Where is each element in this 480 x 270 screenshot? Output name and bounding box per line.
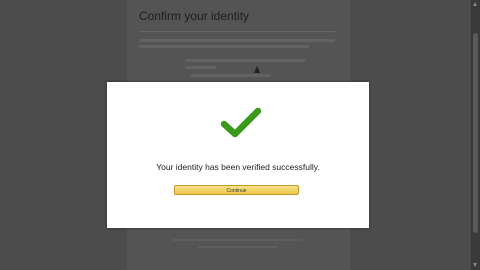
checkmark-icon bbox=[221, 108, 261, 138]
blurred-instruction-line bbox=[139, 39, 335, 42]
blurred-footer-line bbox=[172, 239, 302, 241]
blurred-instruction-line bbox=[139, 45, 309, 48]
blurred-question-line bbox=[186, 66, 216, 69]
title-divider bbox=[139, 31, 337, 32]
success-message: Your identity has been verified successf… bbox=[156, 162, 320, 172]
continue-button[interactable]: Continue bbox=[174, 185, 299, 195]
verification-success-dialog: Your identity has been verified successf… bbox=[107, 82, 369, 228]
page-scrollbar[interactable] bbox=[471, 0, 480, 270]
page-background: Confirm your identity Your identity has … bbox=[0, 0, 480, 270]
blurred-footer-line bbox=[198, 246, 278, 248]
page-title: Confirm your identity bbox=[139, 9, 250, 23]
blurred-answer-line bbox=[190, 74, 270, 77]
scroll-up-arrow-icon[interactable] bbox=[473, 2, 477, 6]
scrollbar-thumb[interactable] bbox=[473, 33, 478, 233]
mouse-cursor-icon bbox=[254, 66, 260, 73]
blurred-question-line bbox=[186, 59, 306, 62]
scroll-down-arrow-icon[interactable] bbox=[473, 263, 477, 267]
